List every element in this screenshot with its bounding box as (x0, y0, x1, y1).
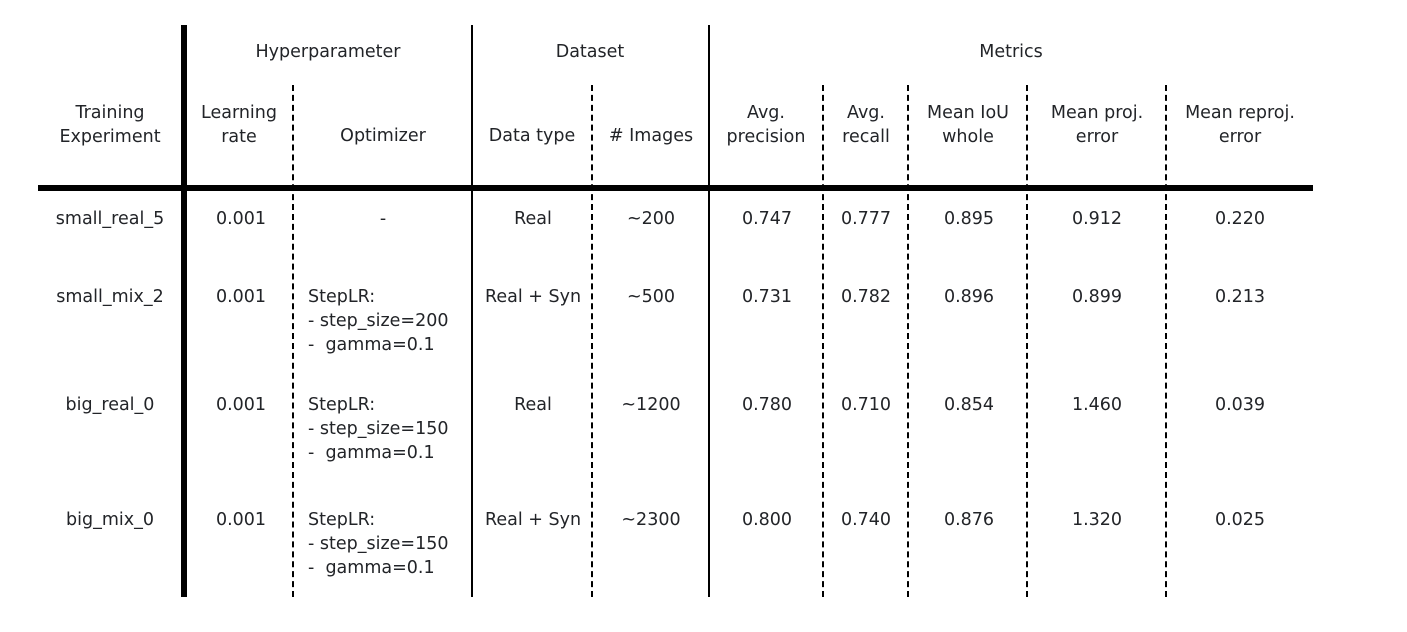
cell-mean-iou: 0.896 (943, 287, 995, 307)
column-divider-dashed (907, 85, 909, 597)
cell-optimizer: StepLR: - step_size=150 - gamma=0.1 (308, 393, 448, 465)
cell-learning-rate: 0.001 (215, 395, 267, 415)
cell-avg-precision: 0.800 (741, 510, 793, 530)
optimizer-param: - step_size=150 (308, 419, 449, 439)
column-header-experiment: Training Experiment (59, 103, 161, 147)
column-divider-dashed (1026, 85, 1028, 597)
group-header-metrics: Metrics (979, 42, 1043, 62)
column-divider-dashed (822, 85, 824, 597)
column-header-avg-precision: Avg. precision (726, 103, 806, 147)
cell-mean-reproj-error: 0.220 (1214, 209, 1266, 229)
cell-avg-precision: 0.731 (741, 287, 793, 307)
cell-avg-recall: 0.740 (840, 510, 892, 530)
cell-data-type: Real (514, 395, 552, 415)
cell-learning-rate: 0.001 (215, 510, 267, 530)
cell-images: ~500 (626, 287, 676, 307)
cell-avg-precision: 0.780 (741, 395, 793, 415)
cell-mean-reproj-error: 0.025 (1214, 510, 1266, 530)
group-header-dataset: Dataset (555, 42, 625, 62)
cell-images: ~2300 (621, 510, 681, 530)
column-divider-dashed (292, 85, 294, 597)
group-header-hyperparameter: Hyperparameter (255, 42, 401, 62)
optimizer-name: - (379, 209, 387, 229)
cell-data-type: Real + Syn (484, 287, 582, 307)
column-header-data-type: Data type (488, 126, 576, 146)
cell-mean-iou: 0.854 (943, 395, 995, 415)
experiment-column-divider (181, 25, 187, 597)
cell-optimizer: - (380, 207, 386, 231)
cell-data-type: Real (514, 209, 552, 229)
hyperparameter-dataset-divider (471, 25, 473, 597)
cell-optimizer: StepLR: - step_size=150 - gamma=0.1 (308, 508, 448, 580)
cell-avg-recall: 0.782 (840, 287, 892, 307)
column-header-optimizer: Optimizer (340, 126, 426, 146)
cell-experiment: small_real_5 (55, 209, 165, 229)
column-header-avg-recall: Avg. recall (842, 103, 890, 147)
column-header-mean-reproj-error: Mean reproj. error (1185, 103, 1295, 147)
cell-mean-proj-error: 1.460 (1071, 395, 1123, 415)
cell-data-type: Real + Syn (484, 510, 582, 530)
cell-mean-iou: 0.895 (943, 209, 995, 229)
optimizer-param: - step_size=200 (308, 311, 449, 331)
column-header-images: # Images (608, 126, 694, 146)
header-rule (38, 185, 1313, 191)
column-header-mean-proj-error: Mean proj. error (1050, 103, 1144, 147)
optimizer-param: - step_size=150 (308, 534, 449, 554)
optimizer-name: StepLR: (308, 395, 376, 415)
cell-images: ~1200 (621, 395, 681, 415)
optimizer-param: - gamma=0.1 (308, 335, 435, 355)
optimizer-name: StepLR: (308, 287, 376, 307)
cell-experiment: small_mix_2 (56, 287, 164, 307)
cell-learning-rate: 0.001 (215, 209, 267, 229)
column-header-learning-rate: Learning rate (201, 103, 277, 147)
cell-avg-recall: 0.710 (840, 395, 892, 415)
dataset-metrics-divider (708, 25, 710, 597)
optimizer-param: - gamma=0.1 (308, 558, 435, 578)
cell-avg-recall: 0.777 (840, 209, 892, 229)
cell-mean-proj-error: 0.912 (1071, 209, 1123, 229)
cell-learning-rate: 0.001 (215, 287, 267, 307)
column-header-mean-iou: Mean IoU whole (927, 103, 1009, 147)
cell-mean-reproj-error: 0.039 (1214, 395, 1266, 415)
cell-mean-reproj-error: 0.213 (1214, 287, 1266, 307)
optimizer-param: - gamma=0.1 (308, 443, 435, 463)
cell-mean-proj-error: 0.899 (1071, 287, 1123, 307)
optimizer-name: StepLR: (308, 510, 376, 530)
column-divider-dashed (591, 85, 593, 597)
cell-images: ~200 (626, 209, 676, 229)
cell-experiment: big_mix_0 (66, 510, 154, 530)
cell-mean-iou: 0.876 (943, 510, 995, 530)
cell-experiment: big_real_0 (65, 395, 155, 415)
cell-optimizer: StepLR: - step_size=200 - gamma=0.1 (308, 285, 448, 357)
column-divider-dashed (1165, 85, 1167, 597)
cell-mean-proj-error: 1.320 (1071, 510, 1123, 530)
cell-avg-precision: 0.747 (741, 209, 793, 229)
